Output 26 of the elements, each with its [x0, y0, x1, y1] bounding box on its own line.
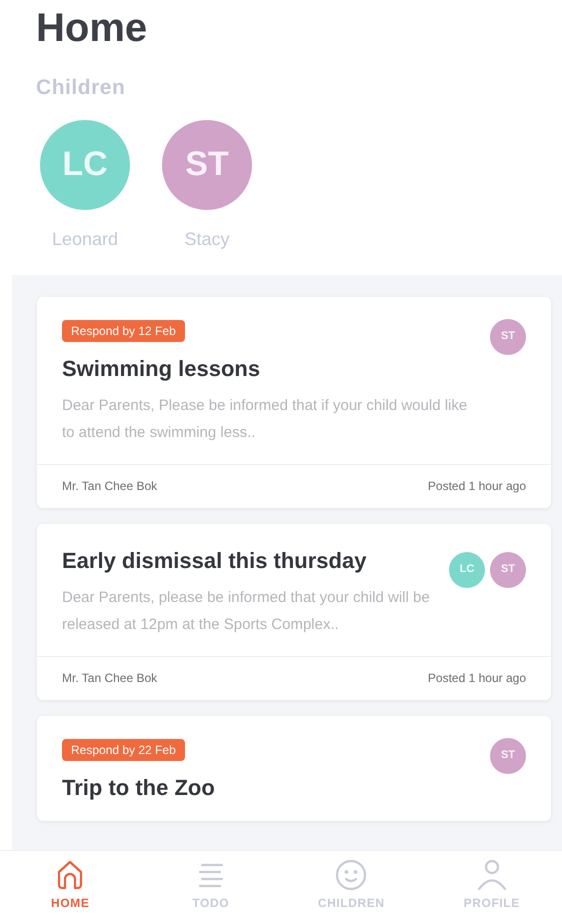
child-avatar[interactable]: LC: [40, 120, 130, 210]
child-badge: ST: [490, 318, 526, 354]
post-preview: Dear Parents, Please be informed that if your child would like to attend the swimming less..: [62, 396, 468, 442]
nav-tab[interactable]: HOME: [0, 851, 140, 915]
child-avatar[interactable]: ST: [162, 120, 252, 210]
child-badge: LC: [449, 552, 485, 588]
child-name: Stacy: [184, 228, 230, 251]
child-name: Leonard: [52, 228, 118, 250]
deadline-tag: Respond by 12 Feb: [62, 320, 185, 342]
child-badge: ST: [490, 738, 526, 774]
child-badge: ST: [490, 552, 526, 588]
post-author: Mr. Tan Chee Bok: [62, 478, 158, 495]
post-title: Swimming lessons: [62, 354, 262, 383]
deadline-tag: Respond by 22 Feb: [62, 738, 185, 760]
section-heading: Children: [36, 75, 126, 101]
post-card[interactable]: Respond by 12 Feb Swimming lessons Dear Parents, Please be informed that if your child would like to attend the swimming less.. ST Mr. Tan Chee Bok Posted 1 hour ago: [37, 296, 551, 508]
smiley-icon: [334, 858, 368, 892]
post-card[interactable]: Early dismissal this thursday Dear Parents, please be informed that your child will be released at 12pm at the Sports Complex.. LC ST Mr. Tan Chee Bok Posted 1 hour ago: [37, 524, 551, 700]
post-author: Mr. Tan Chee Bok: [62, 670, 158, 687]
post-card[interactable]: Respond by 22 Feb Trip to the Zoo ST: [37, 716, 551, 820]
post-time: Posted 1 hour ago: [428, 478, 526, 495]
post-time: Posted 1 hour ago: [428, 670, 526, 687]
post-title: Trip to the Zoo: [62, 774, 216, 802]
post-title: Early dismissal this thursday: [62, 546, 368, 575]
page-title: Home: [36, 5, 148, 52]
post-preview: Dear Parents, please be informed that your child will be released at 12pm at the Sports Complex..: [62, 588, 431, 634]
